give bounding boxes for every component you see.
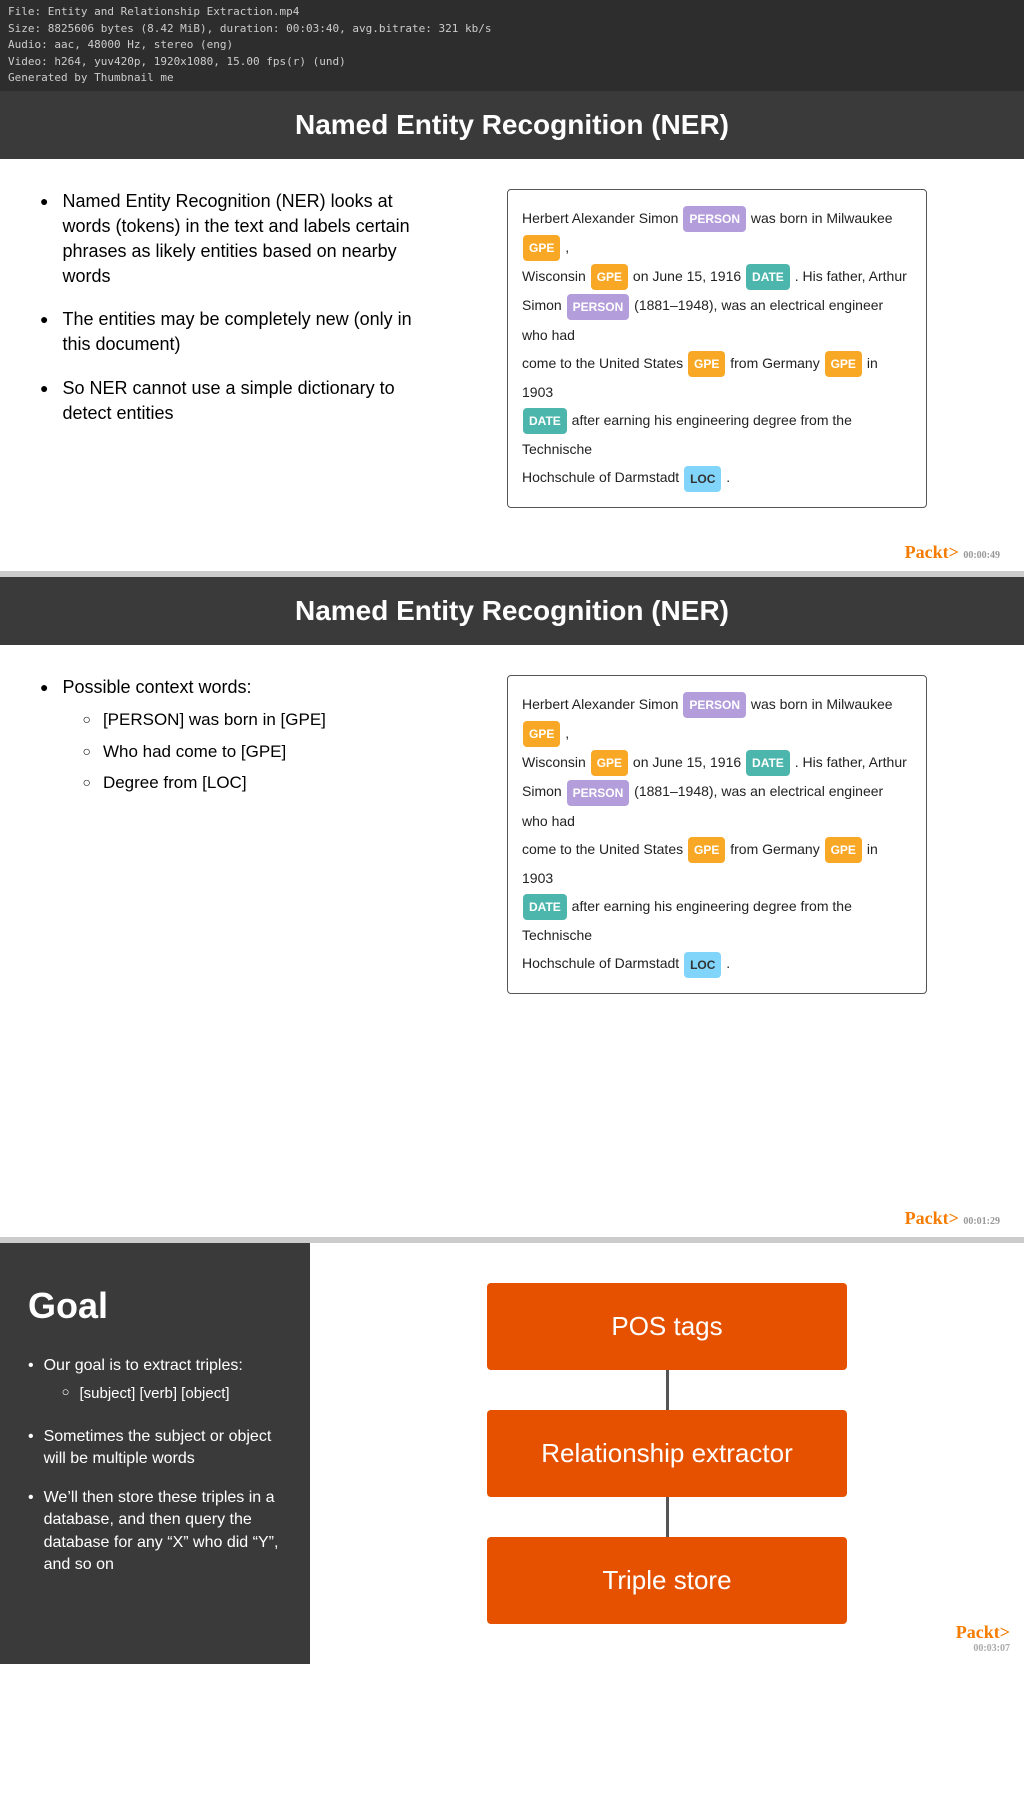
tag-gpe-3: GPE — [688, 351, 725, 377]
slide2-right: Herbert Alexander Simon PERSON was born … — [450, 675, 984, 994]
slide1-content: Named Entity Recognition (NER) looks at … — [0, 159, 1024, 538]
ner-box-2: Herbert Alexander Simon PERSON was born … — [507, 675, 927, 994]
flowchart-arrow-2 — [666, 1497, 669, 1537]
tag-date-2: DATE — [523, 408, 567, 434]
file-info-line3: Audio: aac, 48000 Hz, stereo (eng) — [8, 37, 1016, 54]
ner-box-1: Herbert Alexander Simon PERSON was born … — [507, 189, 927, 508]
tag-person-2: PERSON — [567, 294, 630, 320]
file-info-line1: File: Entity and Relationship Extraction… — [8, 4, 1016, 21]
slide-2: Named Entity Recognition (NER) Possible … — [0, 577, 1024, 1237]
tag-person-1: PERSON — [683, 206, 746, 232]
slide2-left: Possible context words: [PERSON] was bor… — [40, 675, 420, 994]
slide2-content: Possible context words: [PERSON] was bor… — [0, 645, 1024, 1024]
slide2-spacer — [0, 1024, 1024, 1204]
tag-loc-1: LOC — [684, 466, 721, 492]
slide1-bullet-2: The entities may be completely new (only… — [40, 307, 420, 357]
tag-date-1: DATE — [746, 264, 790, 290]
tag-gpe-1: GPE — [523, 235, 560, 261]
slide2-sub-2: Who had come to [GPE] — [82, 740, 325, 764]
slide1-bullet-1: Named Entity Recognition (NER) looks at … — [40, 189, 420, 290]
slide3-packt-logo: Packt> 00:03:07 — [956, 1622, 1010, 1654]
file-info-bar: File: Entity and Relationship Extraction… — [0, 0, 1024, 91]
tag2-gpe-2: GPE — [591, 750, 628, 776]
tag2-loc-1: LOC — [684, 952, 721, 978]
slide3-right: POS tags Relationship extractor Triple s… — [310, 1243, 1024, 1664]
slide3-bullet-3: We’ll then store these triples in a data… — [28, 1487, 282, 1577]
slide2-title: Named Entity Recognition (NER) — [295, 595, 729, 626]
tag2-date-1: DATE — [746, 750, 790, 776]
flowchart-box-2: Relationship extractor — [487, 1410, 847, 1497]
slide2-packt: Packt> 00:01:29 — [0, 1204, 1024, 1237]
slide2-sub-list: [PERSON] was born in [GPE] Who had come … — [62, 708, 325, 795]
slide3-bullet-list: Our goal is to extract triples: [subject… — [28, 1355, 282, 1577]
tag2-gpe-4: GPE — [825, 837, 862, 863]
slide3-bullet-2: Sometimes the subject or object will be … — [28, 1426, 282, 1471]
slide3-left: Goal Our goal is to extract triples: [su… — [0, 1243, 310, 1664]
slide1-right: Herbert Alexander Simon PERSON was born … — [450, 189, 984, 508]
slide2-sub-3: Degree from [LOC] — [82, 771, 325, 795]
tag-gpe-2: GPE — [591, 264, 628, 290]
slide1-bullet-list: Named Entity Recognition (NER) looks at … — [40, 189, 420, 427]
goal-title: Goal — [28, 1279, 282, 1333]
slide1-header: Named Entity Recognition (NER) — [0, 91, 1024, 159]
slide3-sub-1: [subject] [verb] [object] — [62, 1383, 243, 1404]
slide-3: Goal Our goal is to extract triples: [su… — [0, 1243, 1024, 1664]
slide1-title: Named Entity Recognition (NER) — [295, 109, 729, 140]
flowchart: POS tags Relationship extractor Triple s… — [487, 1283, 847, 1624]
tag2-date-2: DATE — [523, 894, 567, 920]
slide-1: Named Entity Recognition (NER) Named Ent… — [0, 91, 1024, 571]
file-info-line4: Video: h264, yuv420p, 1920x1080, 15.00 f… — [8, 54, 1016, 71]
flowchart-box-1: POS tags — [487, 1283, 847, 1370]
slide2-sub-1: [PERSON] was born in [GPE] — [82, 708, 325, 732]
slide2-bullet-list: Possible context words: [PERSON] was bor… — [40, 675, 420, 804]
tag2-gpe-1: GPE — [523, 721, 560, 747]
tag-gpe-4: GPE — [825, 351, 862, 377]
slide3-bullet-1: Our goal is to extract triples: [subject… — [28, 1355, 282, 1410]
slide1-bullet-3: So NER cannot use a simple dictionary to… — [40, 376, 420, 426]
slide1-packt: Packt> 00:00:49 — [0, 538, 1024, 571]
slide2-header: Named Entity Recognition (NER) — [0, 577, 1024, 645]
file-info-line5: Generated by Thumbnail me — [8, 70, 1016, 87]
flowchart-arrow-1 — [666, 1370, 669, 1410]
tag2-gpe-3: GPE — [688, 837, 725, 863]
slide2-bullet-context: Possible context words: [PERSON] was bor… — [40, 675, 420, 804]
slide1-left: Named Entity Recognition (NER) looks at … — [40, 189, 420, 508]
flowchart-box-3: Triple store — [487, 1537, 847, 1624]
tag2-person-1: PERSON — [683, 692, 746, 718]
file-info-line2: Size: 8825606 bytes (8.42 MiB), duration… — [8, 21, 1016, 38]
slide3-sub-list-1: [subject] [verb] [object] — [44, 1383, 243, 1404]
tag2-person-2: PERSON — [567, 780, 630, 806]
